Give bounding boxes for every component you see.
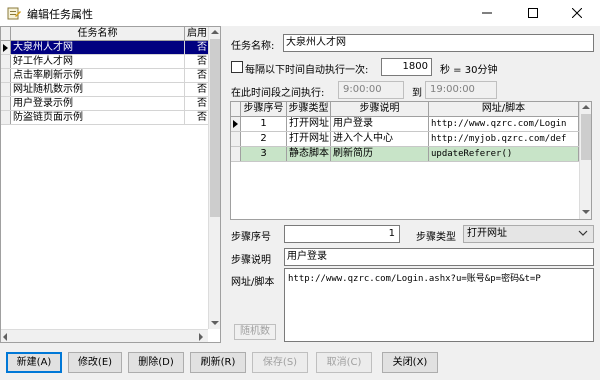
step-type-cell[interactable]: 打开网址 [287,132,331,146]
interval-seconds-input[interactable]: 1800 [381,58,432,76]
cancel-button[interactable]: 取消(C) [316,352,372,373]
step-seq-label: 步骤序号 [231,232,271,243]
maximize-button[interactable] [510,0,556,26]
task-enabled-cell[interactable]: 否 [185,97,209,110]
end-time-input[interactable]: 19:00:00 [425,81,497,99]
task-name-cell[interactable]: 防盗链页面示例 [11,111,185,124]
chevron-down-icon [578,230,588,236]
maximize-icon [528,8,538,18]
task-list-vertical-scrollbar[interactable] [208,27,220,329]
task-name-cell[interactable]: 用户登录示例 [11,97,185,110]
column-header-step-desc[interactable]: 步骤说明 [331,102,429,116]
step-url-cell[interactable]: http://myjob.qzrc.com/def [429,132,579,146]
to-label: 到 [412,88,422,99]
url-script-textarea[interactable]: http://www.qzrc.com/Login.ashx?u=账号&p=密码… [284,268,594,342]
app-icon [7,7,21,20]
close-window-button[interactable] [554,0,600,26]
step-desc-cell[interactable]: 用户登录 [331,117,429,131]
new-button[interactable]: 新建(A) [6,352,62,373]
task-list-grid: 任务名称 启用 大泉州人才网 否 好工作人才网 否 点击率刷新示例 否 网址随机… [1,27,209,125]
current-row-arrow-icon [233,120,238,128]
task-name-cell[interactable]: 网址随机数示例 [11,83,185,96]
step-url-cell[interactable]: http://www.qzrc.com/Login [429,117,579,131]
interval-unit-label: 秒 = 30分钟 [440,65,498,76]
edit-button[interactable]: 修改(E) [68,352,122,373]
task-enabled-cell[interactable]: 否 [185,83,209,96]
task-row[interactable]: 大泉州人才网 否 [1,41,209,55]
title-bar: 编辑任务属性 [0,0,600,26]
random-number-button[interactable]: 随机数 [234,324,276,340]
step-url-cell[interactable]: updateReferer() [429,147,579,161]
task-enabled-cell[interactable]: 否 [185,111,209,124]
task-row[interactable]: 用户登录示例 否 [1,97,209,111]
step-desc-cell[interactable]: 刷新简历 [331,147,429,161]
step-type-select[interactable]: 打开网址 [463,225,594,243]
task-row[interactable]: 点击率刷新示例 否 [1,69,209,83]
task-list-horizontal-scrollbar[interactable] [1,329,208,342]
steps-header: 步骤序号 步骤类型 步骤说明 网址/脚本 [231,102,591,117]
task-enabled-cell[interactable]: 否 [185,55,209,68]
current-row-arrow-icon [3,44,8,52]
step-row[interactable]: 3 静态脚本 刷新简历 updateReferer() [231,147,591,162]
step-row[interactable]: 2 打开网址 进入个人中心 http://myjob.qzrc.com/def [231,132,591,147]
scroll-up-icon[interactable] [582,105,590,109]
refresh-button[interactable]: 刷新(R) [190,352,246,373]
task-name-input[interactable]: 大泉州人才网 [283,34,594,52]
step-type-cell[interactable]: 静态脚本 [287,147,331,161]
task-name-label: 任务名称: [231,41,275,52]
step-desc-label: 步骤说明 [231,255,271,266]
interval-label: 每隔以下时间自动执行一次: [245,65,369,76]
task-name-cell[interactable]: 好工作人才网 [11,55,185,68]
steps-grid: 步骤序号 步骤类型 步骤说明 网址/脚本 1 打开网址 用户登录 http://… [230,101,592,220]
task-name-cell[interactable]: 点击率刷新示例 [11,69,185,82]
step-seq-input[interactable]: 1 [284,225,400,243]
scroll-left-icon[interactable] [3,333,7,341]
close-icon [572,8,582,18]
column-header-enabled[interactable]: 启用 [185,27,209,40]
time-range-label: 在此时间段之间执行: [231,88,325,99]
task-row[interactable]: 好工作人才网 否 [1,55,209,69]
step-type-label: 步骤类型 [416,232,456,243]
task-enabled-cell[interactable]: 否 [185,41,209,54]
scrollbar-thumb[interactable] [210,39,220,217]
delete-button[interactable]: 删除(D) [128,352,184,373]
start-time-input[interactable]: 9:00:00 [338,81,404,99]
column-header-url[interactable]: 网址/脚本 [429,102,579,116]
row-indicator-header [231,102,241,116]
task-name-cell[interactable]: 大泉州人才网 [11,41,185,54]
window-title: 编辑任务属性 [27,8,93,21]
scroll-right-icon[interactable] [199,333,203,341]
scrollbar-thumb[interactable] [581,114,591,160]
close-button[interactable]: 关闭(X) [382,352,438,373]
task-enabled-cell[interactable]: 否 [185,69,209,82]
save-button[interactable]: 保存(S) [252,352,308,373]
step-desc-input[interactable]: 用户登录 [284,248,594,266]
auto-execute-checkbox[interactable] [231,61,243,73]
step-row[interactable]: 1 打开网址 用户登录 http://www.qzrc.com/Login [231,117,591,132]
step-type-cell[interactable]: 打开网址 [287,117,331,131]
task-list-header: 任务名称 启用 [1,27,209,41]
row-indicator-header [1,27,11,40]
column-header-step-type[interactable]: 步骤类型 [287,102,331,116]
steps-vertical-scrollbar[interactable] [579,102,591,219]
scroll-down-icon[interactable] [211,321,219,325]
column-header-step-no[interactable]: 步骤序号 [241,102,287,116]
step-no-cell[interactable]: 3 [241,147,287,161]
column-header-task-name[interactable]: 任务名称 [11,27,185,40]
scroll-up-icon[interactable] [211,30,219,34]
step-no-cell[interactable]: 2 [241,132,287,146]
step-type-value: 打开网址 [467,228,507,239]
task-list-panel: 任务名称 启用 大泉州人才网 否 好工作人才网 否 点击率刷新示例 否 网址随机… [0,26,221,343]
url-script-label: 网址/脚本 [231,277,275,288]
task-row[interactable]: 防盗链页面示例 否 [1,111,209,125]
minimize-icon [482,12,492,14]
step-no-cell[interactable]: 1 [241,117,287,131]
minimize-button[interactable] [464,0,510,26]
scroll-down-icon[interactable] [582,210,590,214]
task-row[interactable]: 网址随机数示例 否 [1,83,209,97]
step-desc-cell[interactable]: 进入个人中心 [331,132,429,146]
